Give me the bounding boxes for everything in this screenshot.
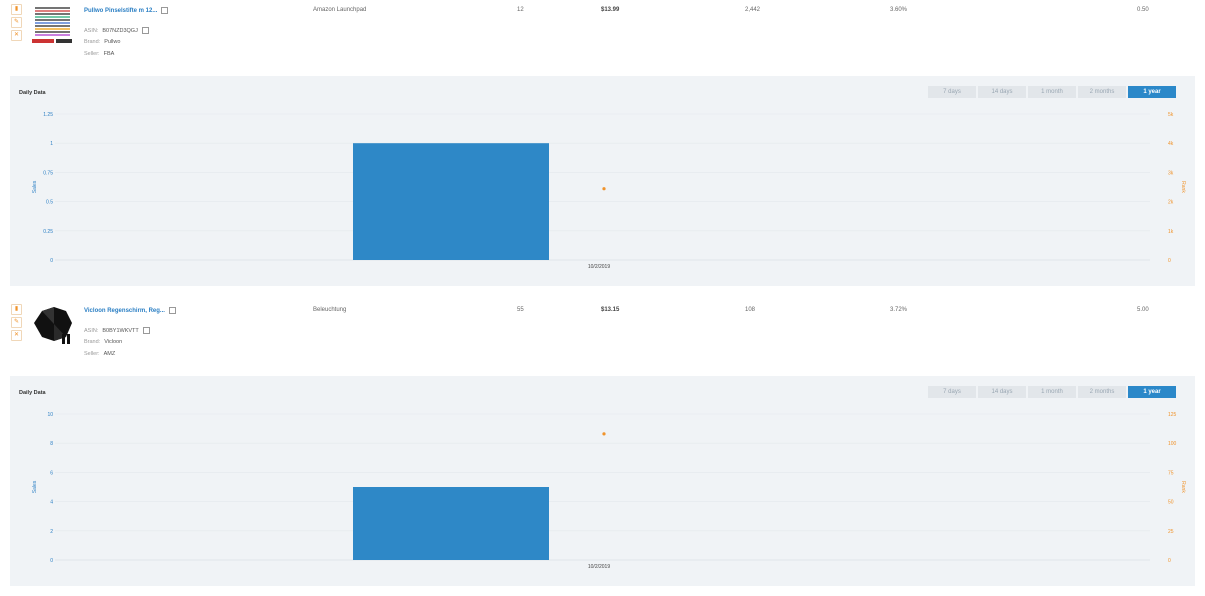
left-tick-label: 4 bbox=[50, 500, 53, 506]
bar-chart-icon[interactable]: ▮ bbox=[11, 4, 22, 15]
right-tick-label: 75 bbox=[1168, 470, 1174, 476]
product-row: ▮ ✎ ✕ Vicloon Regenschirm, Reg... ASIN: B… bbox=[0, 300, 1205, 370]
product-thumbnail[interactable] bbox=[30, 305, 74, 345]
copy-icon[interactable] bbox=[141, 27, 149, 34]
seller-line: Seller: FBA bbox=[84, 51, 115, 57]
daily-data-panel: Daily Data 7 days 14 days 1 month 2 mont… bbox=[10, 76, 1195, 286]
right-tick-label: 125 bbox=[1168, 412, 1177, 418]
rank-cell: 108 bbox=[745, 307, 756, 313]
right-tick-label: 3k bbox=[1168, 170, 1174, 176]
product-title-link[interactable]: Pullwo Pinselstifte m 12... bbox=[84, 7, 169, 14]
count-cell: 55 bbox=[517, 307, 524, 313]
right-axis-label: Rank bbox=[1180, 481, 1186, 493]
daily-data-panel: Daily Data 7 days 14 days 1 month 2 mont… bbox=[10, 376, 1195, 586]
edit-icon[interactable]: ✎ bbox=[11, 317, 22, 328]
value-cell: 0.50 bbox=[1137, 7, 1149, 13]
x-tick-label: 10/2/2019 bbox=[588, 264, 610, 270]
right-tick-label: 1k bbox=[1168, 229, 1174, 235]
price-cell: $13.15 bbox=[601, 307, 620, 313]
asin-line: ASIN: B0BY1WKVTT bbox=[84, 327, 150, 334]
seller-line: Seller: AMZ bbox=[84, 351, 116, 357]
brand-line: Brand: Pullwo bbox=[84, 39, 121, 45]
value-cell: 5.00 bbox=[1137, 307, 1149, 313]
left-tick-label: 8 bbox=[50, 441, 53, 447]
copy-icon[interactable] bbox=[161, 7, 169, 14]
right-tick-label: 100 bbox=[1168, 441, 1177, 447]
category-cell: Amazon Launchpad bbox=[313, 7, 367, 13]
daily-data-chart: 1.25 5k 1 4k 0.75 3k 0.5 2k 0.25 1k 0 0 Sales Rank 10/… bbox=[32, 112, 1186, 270]
brand-line: Brand: Vicloon bbox=[84, 339, 123, 345]
row-actions: ▮ ✎ ✕ bbox=[11, 304, 22, 343]
left-axis-label: Sales bbox=[32, 480, 38, 493]
close-icon[interactable]: ✕ bbox=[11, 330, 22, 341]
category-cell: Beleuchtung bbox=[313, 307, 347, 313]
asin-line: ASIN: B07NZD3QGJ bbox=[84, 27, 149, 34]
product-row: ▮ ✎ ✕ Pullwo Pinselstifte m 12... ASIN: B… bbox=[0, 0, 1205, 70]
x-tick-label: 10/2/2019 bbox=[588, 564, 610, 570]
row-actions: ▮ ✎ ✕ bbox=[11, 4, 22, 43]
right-tick-label: 25 bbox=[1168, 529, 1174, 535]
left-tick-label: 0.25 bbox=[43, 229, 53, 235]
right-tick-label: 5k bbox=[1168, 112, 1174, 118]
left-tick-label: 10 bbox=[47, 412, 53, 418]
edit-icon[interactable]: ✎ bbox=[11, 17, 22, 28]
product-title-link[interactable]: Vicloon Regenschirm, Reg... bbox=[84, 307, 176, 314]
left-tick-label: 0 bbox=[50, 558, 53, 564]
left-tick-label: 0.5 bbox=[46, 200, 53, 206]
rank-cell: 2,442 bbox=[745, 7, 761, 13]
product-thumbnail[interactable] bbox=[30, 5, 74, 45]
left-tick-label: 0.75 bbox=[43, 170, 53, 176]
left-tick-label: 2 bbox=[50, 529, 53, 535]
right-tick-label: 0 bbox=[1168, 258, 1171, 264]
left-axis-label: Sales bbox=[32, 180, 38, 193]
sales-bar bbox=[353, 487, 549, 560]
left-tick-label: 1 bbox=[50, 141, 53, 147]
right-tick-label: 4k bbox=[1168, 141, 1174, 147]
left-tick-label: 1.25 bbox=[43, 112, 53, 118]
percent-cell: 3.60% bbox=[890, 7, 908, 13]
close-icon[interactable]: ✕ bbox=[11, 30, 22, 41]
daily-data-chart: 10 125 8 100 6 75 4 50 2 25 0 0 Sales Rank 10/2/2019 bbox=[32, 412, 1186, 570]
copy-icon[interactable] bbox=[168, 307, 176, 314]
bar-chart-icon[interactable]: ▮ bbox=[11, 304, 22, 315]
left-tick-label: 0 bbox=[50, 258, 53, 264]
price-cell: $13.99 bbox=[601, 7, 620, 13]
rank-point bbox=[602, 187, 606, 191]
copy-icon[interactable] bbox=[142, 327, 150, 334]
count-cell: 12 bbox=[517, 7, 524, 13]
right-tick-label: 50 bbox=[1168, 500, 1174, 506]
right-tick-label: 0 bbox=[1168, 558, 1171, 564]
rank-point bbox=[602, 432, 606, 436]
right-tick-label: 2k bbox=[1168, 200, 1174, 206]
left-tick-label: 6 bbox=[50, 470, 53, 476]
sales-bar bbox=[353, 143, 549, 260]
percent-cell: 3.72% bbox=[890, 307, 908, 313]
right-axis-label: Rank bbox=[1180, 181, 1186, 193]
